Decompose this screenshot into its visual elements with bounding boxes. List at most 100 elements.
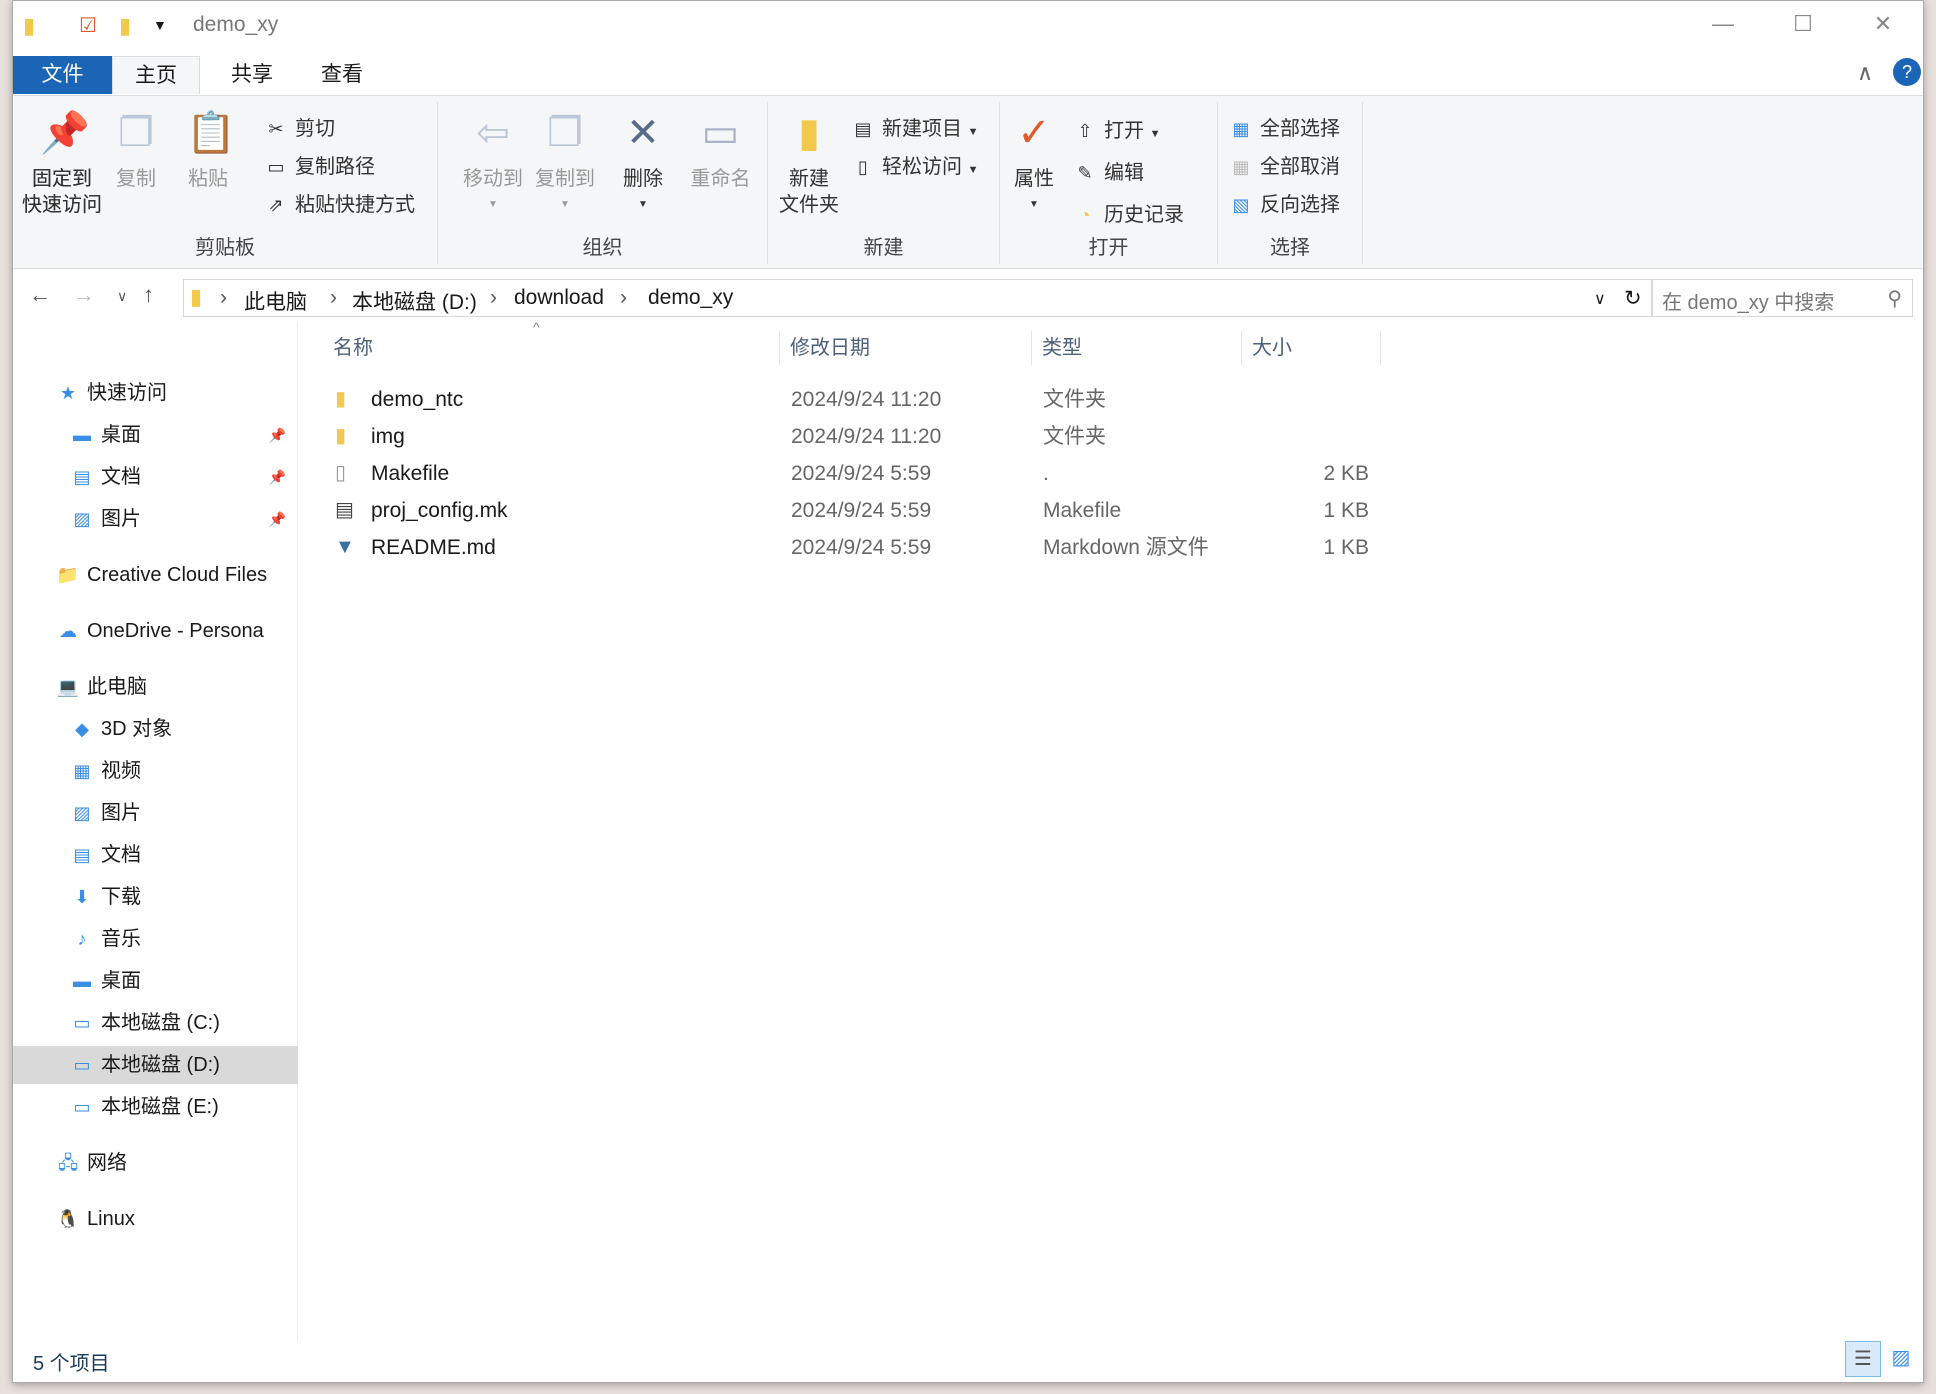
large-icons-view-button[interactable]: ▨ (1885, 1341, 1917, 1377)
rename-button[interactable]: ▭ 重命名 (683, 102, 758, 192)
file-name: demo_ntc (371, 388, 464, 411)
breadcrumb-download[interactable]: download (514, 286, 604, 310)
properties-quick-icon[interactable]: ☑ (79, 13, 97, 38)
move-to-button[interactable]: ⇦ 移动到 ▼ (458, 102, 528, 218)
file-row[interactable]: ▤ proj_config.mk 2024/9/24 5:59 Makefile 1 K… (313, 492, 1383, 529)
sidebar-item[interactable]: ▭ 本地磁盘 (E:) (13, 1088, 298, 1126)
file-row[interactable]: ▮ demo_ntc 2024/9/24 11:20 文件夹 (313, 381, 1383, 418)
column-header-type[interactable]: 类型 (1032, 331, 1242, 365)
sidebar-item[interactable]: ▤ 文档 (13, 836, 298, 874)
sidebar-item[interactable]: ♪ 音乐 (13, 920, 298, 958)
copy-button[interactable]: ❐ 复制 (111, 102, 161, 192)
sidebar-item[interactable]: ▨ 图片 (13, 794, 298, 832)
maximize-button[interactable]: ☐ (1783, 11, 1823, 43)
column-header-size[interactable]: 大小 (1242, 331, 1381, 365)
collapse-ribbon-icon[interactable]: ∧ (1857, 60, 1873, 86)
pin-icon[interactable]: 📌 (269, 500, 286, 538)
paste-button[interactable]: 📋 粘贴 (183, 102, 236, 192)
folder-icon: ▮ (23, 13, 36, 38)
label: 打开 (1104, 120, 1144, 142)
dropdown-arrow-icon: ▼ (1149, 128, 1161, 140)
details-view-button[interactable]: ☰ (1845, 1341, 1881, 1377)
recent-locations-button[interactable]: ∨ (117, 288, 127, 305)
select-none-button[interactable]: ▦ 全部取消 (1228, 150, 1340, 179)
group-label: 选择 (1270, 237, 1310, 259)
copy-path-button[interactable]: ▭ 复制路径 (263, 150, 375, 179)
customize-toolbar-icon[interactable]: ▼ (153, 17, 167, 33)
open-button[interactable]: ⇧ 打开 ▼ (1072, 114, 1160, 143)
sidebar-item-label: 本地磁盘 (E:) (101, 1096, 219, 1118)
sidebar-item-icon: ▭ (73, 1055, 91, 1075)
sidebar-item[interactable]: ▨ 图片 📌 (13, 500, 298, 538)
file-row[interactable]: ▮ img 2024/9/24 11:20 文件夹 (313, 418, 1383, 455)
paste-shortcut-button[interactable]: ⇗ 粘贴快捷方式 (263, 188, 415, 217)
close-button[interactable]: ✕ (1863, 11, 1903, 43)
easy-access-button[interactable]: ▯ 轻松访问 ▼ (850, 150, 978, 179)
sidebar-item[interactable]: 🐧 Linux (13, 1200, 298, 1238)
clipboard-group: 📌 固定到 快速访问 固定到 快速访问 ❐ 复制 📋 粘贴 ✂ 剪切 ▭ 复制路径 ⇗ 粘贴快捷… (13, 102, 438, 264)
tab-home[interactable]: 主页 (112, 56, 200, 94)
label: 剪切 (295, 118, 335, 140)
file-row[interactable]: ▼ README.md 2024/9/24 5:59 Markdown 源文件 1 KB (313, 529, 1383, 566)
tab-view[interactable]: 查看 (299, 56, 385, 94)
select-none-icon: ▦ (1232, 157, 1250, 177)
sidebar-item[interactable]: ◆ 3D 对象 (13, 710, 298, 748)
sidebar-item[interactable]: ▬ 桌面 📌 (13, 416, 298, 454)
column-header-name[interactable]: 名称 (323, 331, 780, 365)
forward-button[interactable]: → (73, 282, 95, 308)
pin-icon: 📌 (40, 111, 90, 155)
sidebar-item[interactable]: ▦ 视频 (13, 752, 298, 790)
new-folder-button[interactable]: ▮ 新建 文件夹 (774, 102, 844, 218)
sidebar-item[interactable]: ★ 快速访问 (13, 374, 298, 412)
breadcrumb-this-pc[interactable]: 此电脑 (244, 286, 307, 316)
history-button[interactable]: ◔ 历史记录 (1072, 198, 1184, 227)
sidebar-item[interactable]: 📁 Creative Cloud Files (13, 556, 298, 594)
file-row[interactable]: ▯ Makefile 2024/9/24 5:59. 2 KB (313, 455, 1383, 492)
sidebar-item[interactable]: ▬ 桌面 (13, 962, 298, 1000)
sidebar-item[interactable]: ▭ 本地磁盘 (D:) (13, 1046, 298, 1084)
breadcrumb-demo-xy[interactable]: demo_xy (648, 286, 733, 310)
pin-quick-access-button[interactable]: 📌 固定到 快速访问 固定到 快速访问 (17, 102, 107, 218)
file-type: Makefile (1043, 499, 1122, 522)
pin-icon[interactable]: 📌 (269, 416, 286, 454)
copy-path-icon: ▭ (267, 157, 285, 177)
sidebar-item-label: Linux (87, 1208, 135, 1230)
sidebar-item[interactable]: ▤ 文档 📌 (13, 458, 298, 496)
address-dropdown-icon[interactable]: ∨ (1594, 289, 1606, 309)
edit-button[interactable]: ✎ 编辑 (1072, 156, 1144, 185)
up-button[interactable]: ↑ (143, 282, 154, 308)
new-folder-quick-icon[interactable]: ▮ (119, 13, 131, 39)
address-bar[interactable]: ▮ › 此电脑 › 本地磁盘 (D:) › download › demo_xy… (183, 279, 1653, 317)
help-icon[interactable]: ? (1893, 58, 1921, 86)
group-label: 新建 (863, 237, 904, 259)
invert-selection-button[interactable]: ▧ 反向选择 (1228, 188, 1340, 217)
sidebar-item-icon: 💻 (56, 677, 80, 697)
pin-icon[interactable]: 📌 (269, 458, 286, 496)
sidebar-item[interactable]: 🖧 网络 (13, 1144, 298, 1182)
folder-icon: ▮ (190, 284, 203, 309)
chevron-icon: › (330, 286, 337, 309)
column-header-date[interactable]: 修改日期 (780, 331, 1032, 365)
copy-to-button[interactable]: ❐ 复制到 ▼ (530, 102, 600, 218)
tab-file[interactable]: 文件 (13, 56, 112, 94)
sidebar-item[interactable]: ▭ 本地磁盘 (C:) (13, 1004, 298, 1042)
label: 全部取消 (1260, 156, 1340, 178)
paste-icon: 📋 (186, 111, 236, 155)
select-all-button[interactable]: ▦ 全部选择 (1228, 112, 1340, 141)
sidebar-item[interactable]: ⬇ 下载 (13, 878, 298, 916)
copy-icon: ❐ (118, 111, 154, 155)
cut-button[interactable]: ✂ 剪切 (263, 112, 335, 141)
search-input[interactable]: 在 demo_xy 中搜索 ⚲ (1651, 279, 1913, 317)
move-icon: ⇦ (476, 111, 510, 155)
refresh-icon[interactable]: ↻ (1624, 286, 1642, 311)
sidebar-item[interactable]: ☁ OneDrive - Persona (13, 612, 298, 650)
properties-button[interactable]: ✓ 属性 ▼ (1004, 102, 1064, 218)
sidebar-item-label: OneDrive - Persona (87, 620, 264, 642)
new-item-button[interactable]: ▤ 新建项目 ▼ (850, 112, 978, 141)
delete-button[interactable]: ✕ 删除 ▼ (613, 102, 673, 218)
sidebar-item[interactable]: 💻 此电脑 (13, 668, 298, 706)
tab-share[interactable]: 共享 (209, 56, 295, 94)
minimize-button[interactable]: — (1703, 11, 1743, 43)
back-button[interactable]: ← (29, 282, 51, 308)
breadcrumb-drive-d[interactable]: 本地磁盘 (D:) (352, 286, 477, 316)
